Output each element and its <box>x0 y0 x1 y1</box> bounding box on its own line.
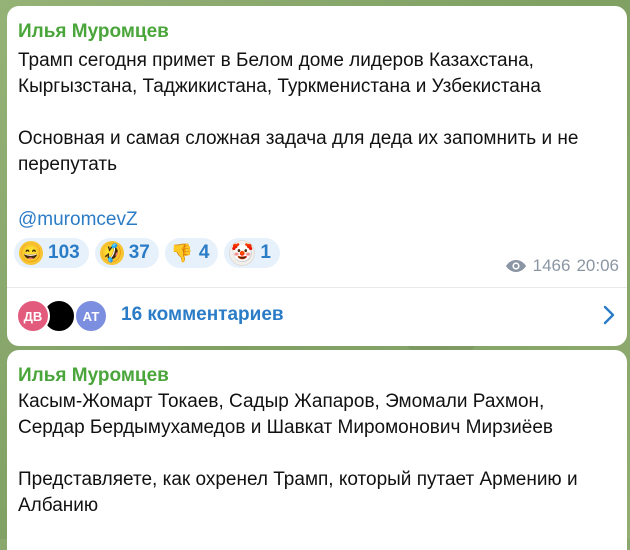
avatar: АТ <box>74 299 108 333</box>
avatar: ДВ <box>16 299 50 333</box>
rofl-face-icon: 🤣 <box>95 237 128 269</box>
channel-post: Илья Муромцев Трамп сегодня примет в Бел… <box>7 6 627 346</box>
grinning-face-icon: 😄 <box>19 241 43 265</box>
reaction-grinning[interactable]: 😄 103 <box>14 238 89 268</box>
reaction-count: 1 <box>260 242 271 263</box>
post-author[interactable]: Илья Муромцев <box>18 365 169 387</box>
chevron-right-icon <box>603 305 615 325</box>
channel-link[interactable]: @muromcevZ <box>18 209 138 231</box>
reaction-clown[interactable]: 🤡 1 <box>224 238 280 268</box>
post-time: 20:06 <box>576 256 619 275</box>
post-text: Трамп сегодня примет в Белом доме лидеро… <box>18 50 579 175</box>
eye-icon <box>505 260 526 272</box>
reactions-bar: 😄 103 🤣 37 👎 4 🤡 1 <box>14 237 280 269</box>
commenter-avatars: ДВ АТ <box>16 299 116 333</box>
reaction-thumbs-down[interactable]: 👎 4 <box>164 238 219 268</box>
reaction-rofl[interactable]: 🤣 37 <box>94 237 159 269</box>
reaction-count: 103 <box>48 242 80 263</box>
reaction-count: 4 <box>198 242 210 263</box>
channel-post: Илья Муромцев Касым-Жомарт Токаев, Садыр… <box>7 350 627 550</box>
clown-face-icon: 🤡 <box>229 240 256 266</box>
comments-count-label: 16 комментариев <box>121 304 284 325</box>
post-author[interactable]: Илья Муромцев <box>18 21 169 43</box>
reaction-count: 37 <box>128 242 150 263</box>
thumbs-down-icon: 👎 <box>170 243 194 263</box>
comments-button[interactable]: ДВ АТ 16 комментариев <box>7 288 627 344</box>
post-meta: 1466 20:06 <box>505 256 619 276</box>
post-text: Касым-Жомарт Токаев, Садыр Жапаров, Эмом… <box>18 391 578 516</box>
view-count: 1466 <box>532 256 571 275</box>
